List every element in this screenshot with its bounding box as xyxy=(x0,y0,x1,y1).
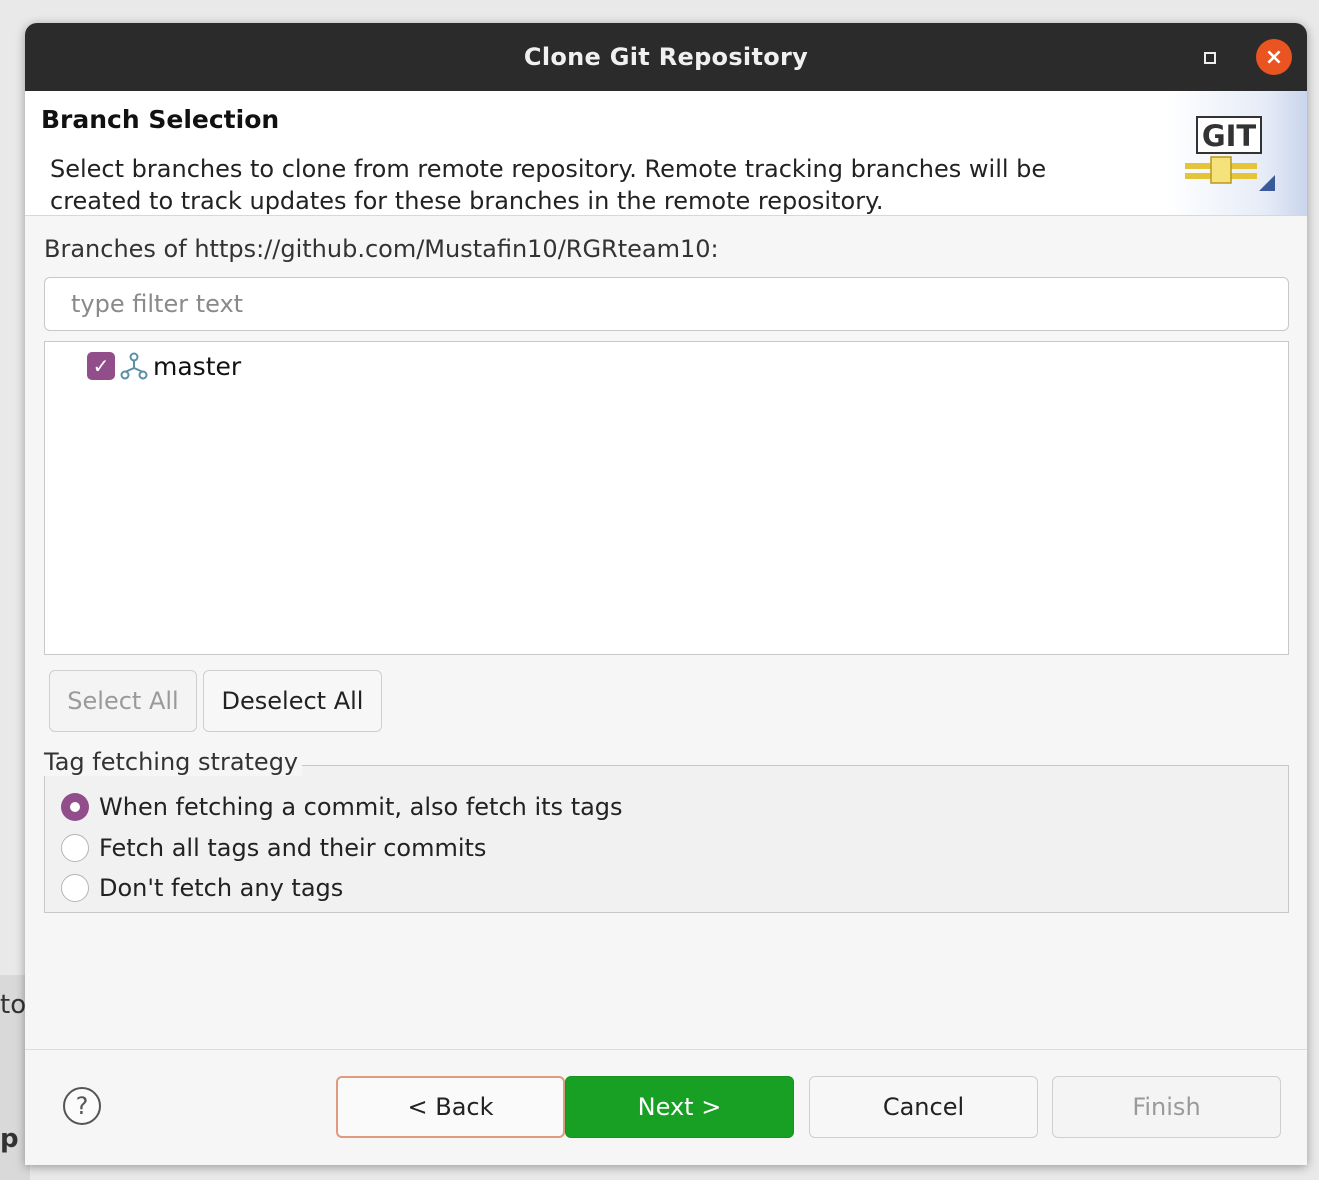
help-button[interactable]: ? xyxy=(63,1087,101,1125)
branch-item-master[interactable]: ✓ master xyxy=(87,350,241,382)
radio-fetch-commit-tags[interactable]: When fetching a commit, also fetch its t… xyxy=(61,790,623,824)
next-button[interactable]: Next > xyxy=(565,1076,794,1138)
clone-git-repository-dialog: Clone Git Repository × Branch Selection … xyxy=(25,23,1307,1165)
background-text: p xyxy=(0,1124,19,1154)
branch-list[interactable]: ✓ master xyxy=(44,341,1289,655)
radio-button[interactable] xyxy=(61,834,89,862)
radio-fetch-all-tags[interactable]: Fetch all tags and their commits xyxy=(61,831,486,865)
close-button[interactable]: × xyxy=(1256,39,1292,75)
background-text: to xyxy=(0,990,27,1020)
git-banner: GIT xyxy=(1167,91,1307,215)
git-logo-text: GIT xyxy=(1202,119,1257,153)
tag-fetching-legend: Tag fetching strategy xyxy=(44,748,303,776)
branch-checkbox[interactable]: ✓ xyxy=(87,352,115,380)
checkmark-icon: ✓ xyxy=(92,354,110,378)
git-logo-icon: GIT xyxy=(1185,116,1275,191)
branch-icon xyxy=(120,352,148,380)
title-bar[interactable]: Clone Git Repository × xyxy=(25,23,1307,91)
deselect-all-button[interactable]: Deselect All xyxy=(203,670,382,732)
filter-input[interactable] xyxy=(44,277,1289,331)
page-title: Branch Selection xyxy=(41,105,280,134)
wizard-header: Branch Selection Select branches to clon… xyxy=(25,91,1307,216)
radio-button[interactable] xyxy=(61,874,89,902)
radio-no-tags[interactable]: Don't fetch any tags xyxy=(61,871,343,905)
radio-label: When fetching a commit, also fetch its t… xyxy=(99,793,623,821)
maximize-button[interactable] xyxy=(1199,47,1221,69)
radio-label: Fetch all tags and their commits xyxy=(99,834,487,862)
maximize-icon xyxy=(1204,52,1216,64)
cancel-button[interactable]: Cancel xyxy=(809,1076,1038,1138)
window-title: Clone Git Repository xyxy=(523,43,809,71)
footer-divider xyxy=(25,1049,1307,1050)
back-button[interactable]: < Back xyxy=(336,1076,565,1138)
branch-name: master xyxy=(153,351,242,381)
close-icon: × xyxy=(1264,44,1284,70)
radio-button-selected[interactable] xyxy=(61,793,89,821)
radio-label: Don't fetch any tags xyxy=(99,874,344,902)
select-all-button[interactable]: Select All xyxy=(49,670,197,732)
finish-button[interactable]: Finish xyxy=(1052,1076,1281,1138)
branches-label: Branches of https://github.com/Mustafin1… xyxy=(44,235,719,263)
page-description: Select branches to clone from remote rep… xyxy=(50,155,1047,215)
help-icon: ? xyxy=(75,1092,89,1120)
